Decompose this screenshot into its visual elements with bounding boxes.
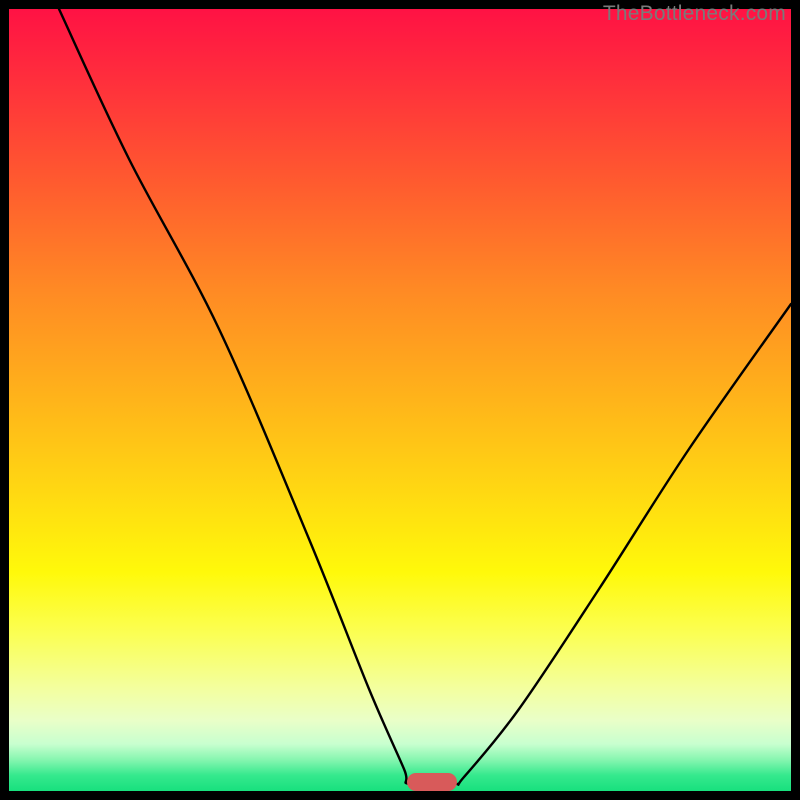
plot-area [9, 9, 791, 791]
chart-frame: TheBottleneck.com [0, 0, 800, 800]
watermark-text: TheBottleneck.com [603, 2, 786, 26]
bottleneck-curve [9, 9, 791, 791]
optimal-marker [407, 773, 457, 791]
